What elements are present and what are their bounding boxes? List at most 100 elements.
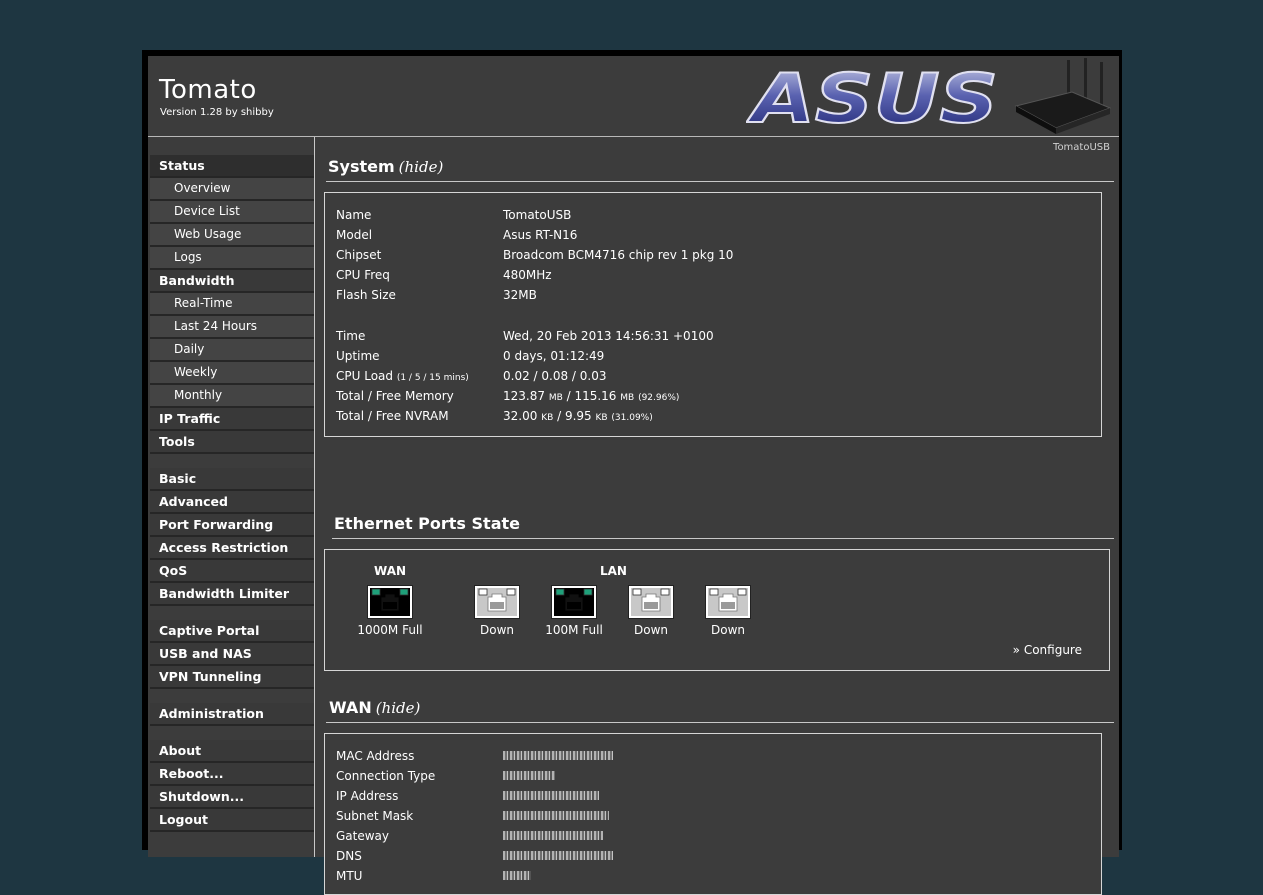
sidebar-item-tools[interactable]: Tools	[150, 431, 314, 454]
nvram-unit: KB	[541, 413, 554, 423]
mem-free: 115.16	[574, 389, 617, 403]
divider	[326, 181, 1114, 182]
configure-link[interactable]: » Configure	[1013, 643, 1082, 657]
sidebar-item-monthly[interactable]: Monthly	[150, 385, 314, 408]
nvram-pct: (31.09%)	[611, 413, 653, 423]
port-status: 1000M Full	[357, 623, 423, 637]
lan-port-4: Down	[693, 585, 763, 637]
sidebar-item-web-usage[interactable]: Web Usage	[150, 224, 314, 247]
sidebar-item-usb-and-nas[interactable]: USB and NAS	[150, 643, 314, 666]
port-status: Down	[479, 623, 514, 637]
sidebar-item-logs[interactable]: Logs	[150, 247, 314, 270]
conn-value-redacted	[503, 771, 555, 780]
mem-pct: (92.96%)	[638, 393, 680, 403]
sidebar-menu: Status Overview Device List Web Usage Logs Ba…	[150, 155, 314, 832]
logo-text: ASUS	[746, 66, 998, 130]
sidebar-item-basic[interactable]: Basic	[150, 468, 314, 491]
divider	[332, 538, 1114, 539]
name-label: Name	[336, 208, 372, 222]
cpufreq-value: 480MHz	[503, 268, 552, 282]
ip-label: IP Address	[336, 789, 399, 803]
header: Tomato Version 1.28 by shibby ASUS	[148, 56, 1119, 137]
flash-value: 32MB	[503, 288, 537, 302]
port-status: Down	[633, 623, 668, 637]
wan-port-label: WAN	[374, 564, 407, 578]
uptime-value: 0 days, 01:12:49	[503, 349, 605, 363]
router-name: TomatoUSB	[1053, 142, 1110, 153]
lan-port-1: Down	[462, 585, 532, 637]
wan-port: 1000M Full	[355, 585, 425, 637]
ethernet-box: WAN LAN 1000M Full Down 100M Full Down Down …	[324, 549, 1110, 671]
uptime-label: Uptime	[336, 349, 380, 363]
sidebar-item-vpn-tunneling[interactable]: VPN Tunneling	[150, 666, 314, 689]
mem-total: 123.87	[503, 389, 545, 403]
sidebar-item-overview[interactable]: Overview	[150, 178, 314, 201]
ip-value-redacted	[503, 791, 599, 800]
ethernet-section-title: Ethernet Ports State	[334, 514, 520, 533]
lan-port-2: 100M Full	[539, 585, 609, 637]
ethernet-port-icon	[474, 585, 520, 619]
gateway-label: Gateway	[336, 829, 390, 843]
sidebar-item-qos[interactable]: QoS	[150, 560, 314, 583]
asus-logo: ASUS	[746, 66, 999, 130]
nvram-label: Total / Free NVRAM	[336, 409, 449, 423]
app-version: Version 1.28 by shibby	[160, 107, 274, 118]
sidebar-item-shutdown[interactable]: Shutdown...	[150, 786, 314, 809]
model-label: Model	[336, 228, 373, 242]
sidebar-item-about[interactable]: About	[150, 740, 314, 763]
sidebar-item-logout[interactable]: Logout	[150, 809, 314, 832]
cpuload-value: 0.02 / 0.08 / 0.03	[503, 369, 607, 383]
sidebar-item-bandwidth-limiter[interactable]: Bandwidth Limiter	[150, 583, 314, 606]
sidebar-item-administration[interactable]: Administration	[150, 703, 314, 726]
divider	[326, 722, 1114, 723]
ethernet-port-icon	[367, 585, 413, 619]
time-label: Time	[336, 329, 366, 343]
mac-label: MAC Address	[336, 749, 415, 763]
cpufreq-label: CPU Freq	[336, 268, 390, 282]
system-hide-link[interactable]: (hide)	[399, 158, 444, 176]
system-title: System	[328, 157, 395, 176]
sidebar-item-ip-traffic[interactable]: IP Traffic	[150, 408, 314, 431]
chipset-label: Chipset	[336, 248, 382, 262]
sidebar-item-reboot[interactable]: Reboot...	[150, 763, 314, 786]
flash-label: Flash Size	[336, 288, 396, 302]
menu-spacer	[150, 689, 314, 703]
chipset-value: Broadcom BCM4716 chip rev 1 pkg 10	[503, 248, 734, 262]
sidebar-item-status[interactable]: Status	[150, 155, 314, 178]
sidebar-item-access-restriction[interactable]: Access Restriction	[150, 537, 314, 560]
mem-unit-2: MB	[620, 393, 635, 403]
wan-box: MAC Address Connection Type IP Address S…	[324, 733, 1102, 895]
mac-value-redacted	[503, 751, 613, 760]
ethernet-port-icon	[628, 585, 674, 619]
mtu-value-redacted	[503, 871, 531, 880]
name-value: TomatoUSB	[503, 208, 572, 222]
cpuload-sublabel: (1 / 5 / 15 mins)	[396, 373, 469, 383]
lan-port-3: Down	[616, 585, 686, 637]
conn-label: Connection Type	[336, 769, 436, 783]
nvram-total: 32.00	[503, 409, 538, 423]
dns-value-redacted	[503, 851, 613, 860]
mask-label: Subnet Mask	[336, 809, 414, 823]
sidebar-item-weekly[interactable]: Weekly	[150, 362, 314, 385]
ethernet-port-icon	[551, 585, 597, 619]
nvram-free: 9.95	[564, 409, 592, 423]
sidebar-item-last-24-hours[interactable]: Last 24 Hours	[150, 316, 314, 339]
sidebar-item-daily[interactable]: Daily	[150, 339, 314, 362]
sidebar-item-real-time[interactable]: Real-Time	[150, 293, 314, 316]
cpuload-label: CPU Load	[336, 369, 393, 383]
wan-title: WAN	[329, 698, 372, 717]
menu-spacer	[150, 606, 314, 620]
gateway-value-redacted	[503, 831, 603, 840]
model-value: Asus RT-N16	[503, 228, 578, 242]
sidebar-item-bandwidth[interactable]: Bandwidth	[150, 270, 314, 293]
sidebar-item-advanced[interactable]: Advanced	[150, 491, 314, 514]
wan-hide-link[interactable]: (hide)	[376, 699, 421, 717]
dns-label: DNS	[336, 849, 362, 863]
sidebar-item-captive-portal[interactable]: Captive Portal	[150, 620, 314, 643]
sidebar-item-device-list[interactable]: Device List	[150, 201, 314, 224]
port-status: 100M Full	[545, 623, 603, 637]
ethernet-port-icon	[705, 585, 751, 619]
memory-label: Total / Free Memory	[336, 389, 454, 403]
sidebar-item-port-forwarding[interactable]: Port Forwarding	[150, 514, 314, 537]
menu-spacer	[150, 454, 314, 468]
